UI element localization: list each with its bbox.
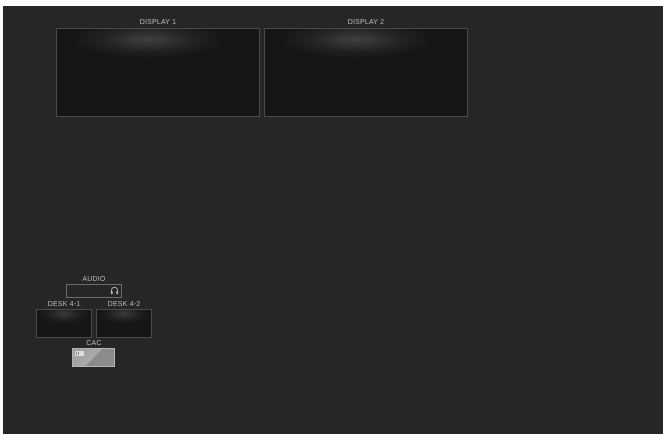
desk-4-1-screen[interactable]: [36, 309, 92, 338]
display-2-screen[interactable]: [264, 28, 468, 117]
audio-label: AUDIO: [82, 276, 106, 283]
display-1-label: DISPLAY 1: [139, 19, 177, 26]
desk-4-2-screen[interactable]: [96, 309, 152, 338]
workspace-canvas: DISPLAY 1 DISPLAY 2 AUDIO DESK 4-1 DESK …: [3, 6, 663, 434]
cac-device[interactable]: [72, 348, 115, 367]
display-2-label: DISPLAY 2: [347, 19, 385, 26]
card-icon: [75, 351, 84, 356]
cac-label: CAC: [86, 340, 102, 347]
headphones-icon: [110, 286, 119, 295]
desk-4-1-label: DESK 4-1: [47, 301, 81, 308]
display-1-screen[interactable]: [56, 28, 260, 117]
desk-4-2-label: DESK 4-2: [107, 301, 141, 308]
audio-device[interactable]: [66, 284, 122, 298]
